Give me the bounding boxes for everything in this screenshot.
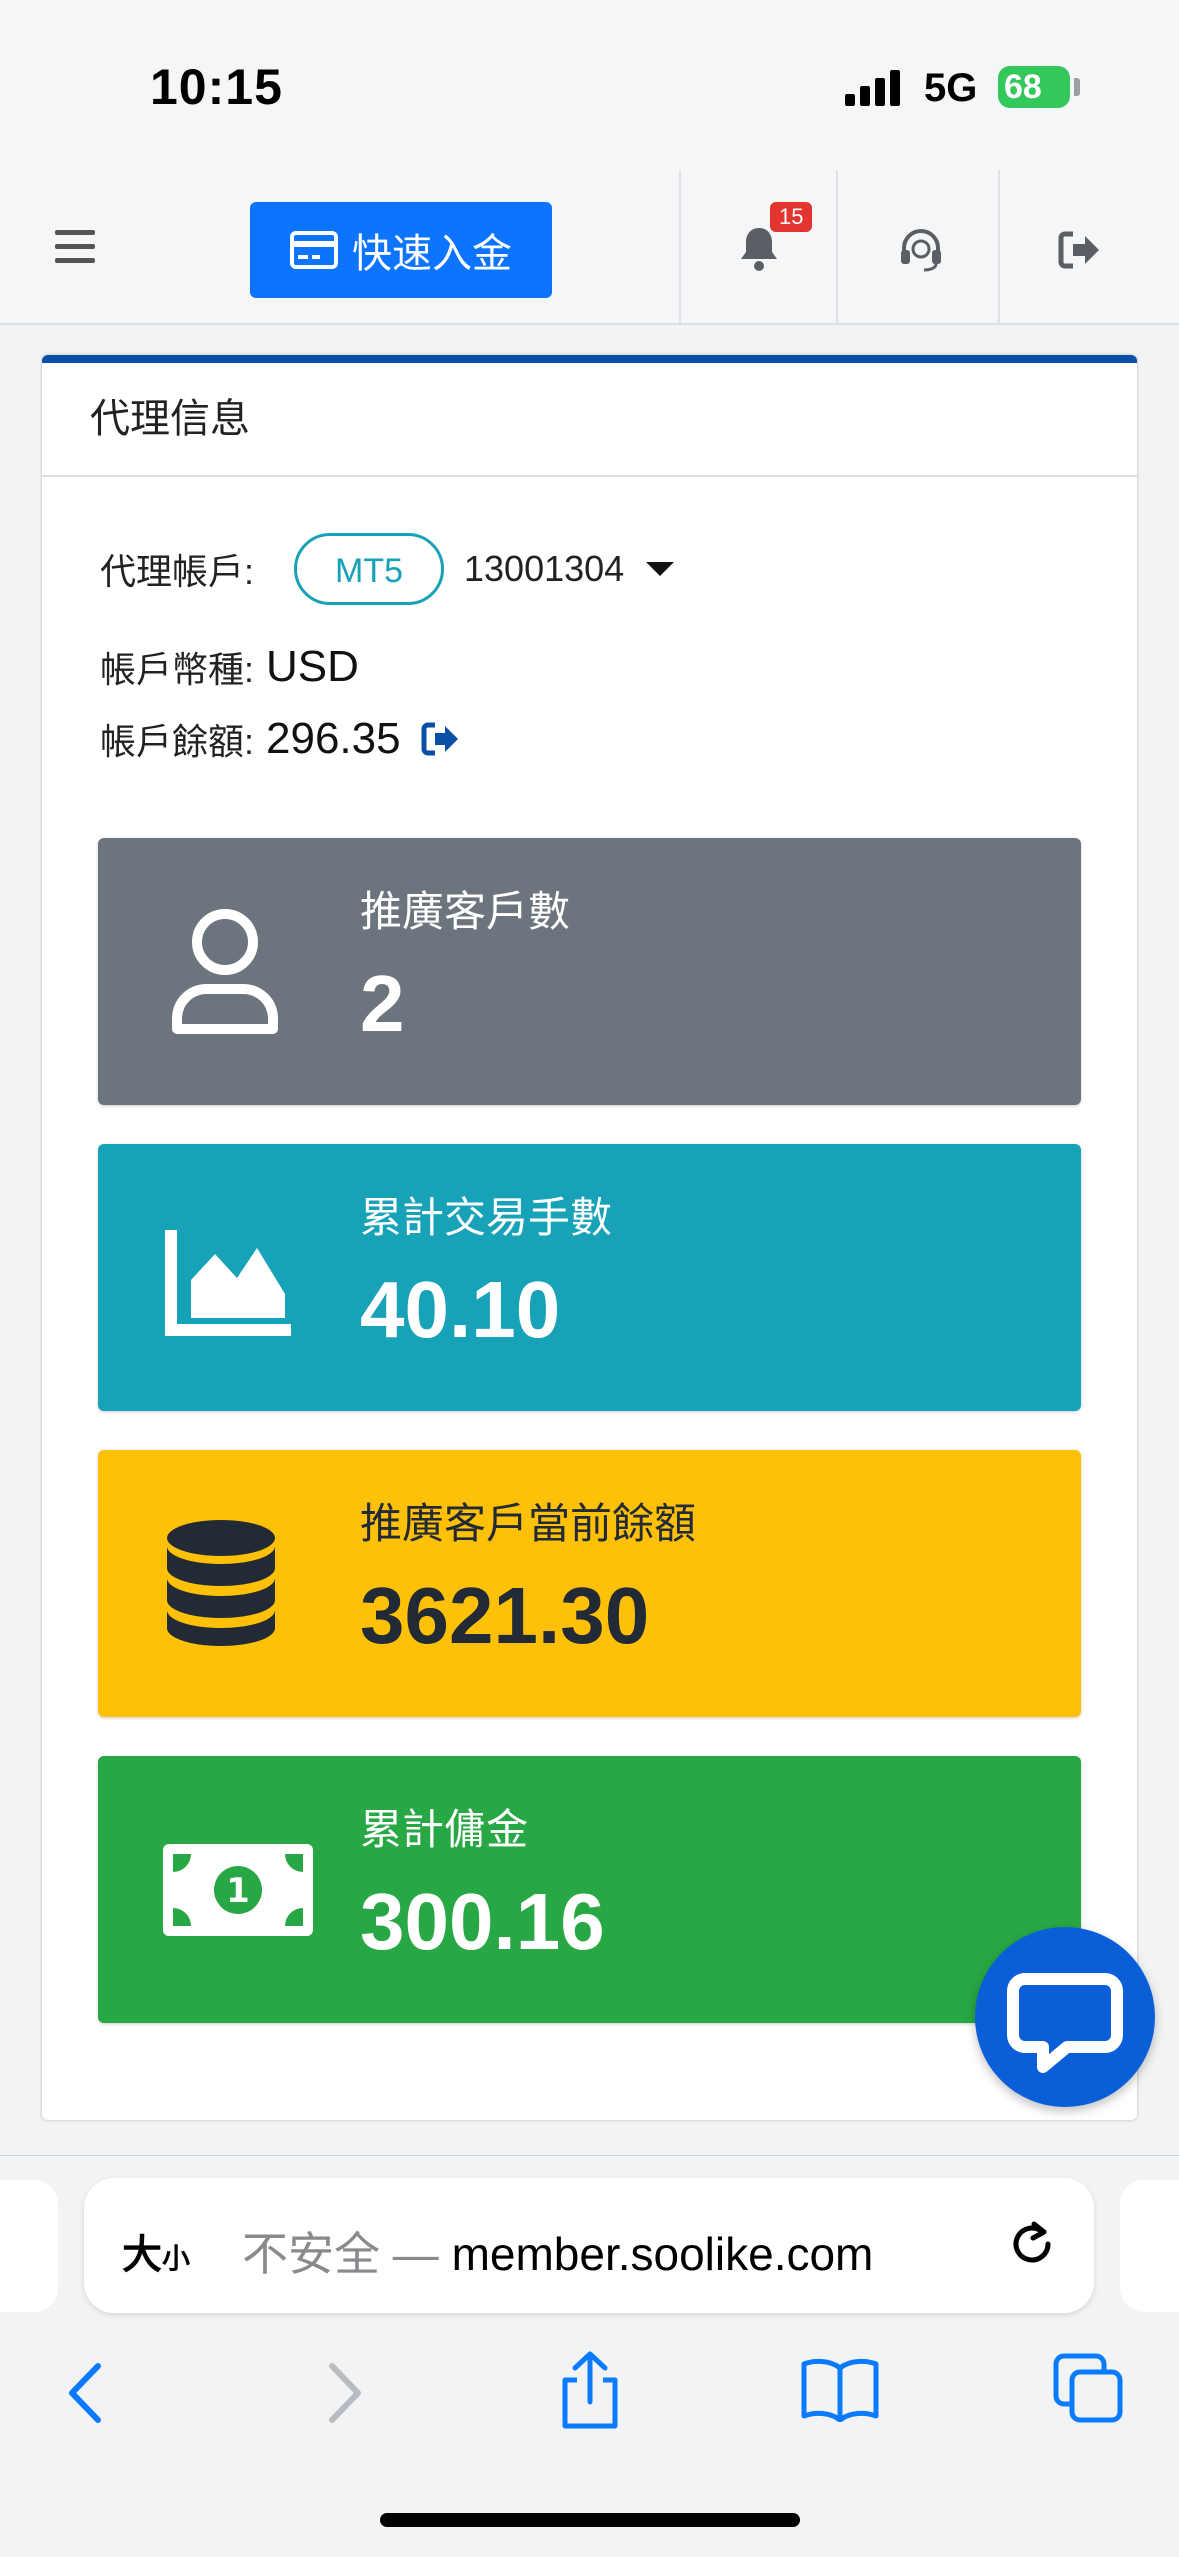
back-icon[interactable] (62, 2358, 112, 2428)
account-dropdown-caret-icon[interactable] (646, 562, 675, 576)
credit-card-icon (290, 231, 338, 269)
balance-label: 帳戶餘額: (100, 721, 255, 762)
top-navbar: 快速入金 15 (0, 170, 1179, 325)
text-size-button[interactable]: 大小 (122, 2222, 190, 2280)
logout-icon[interactable] (1057, 230, 1101, 270)
nav-divider (836, 170, 838, 323)
database-icon (167, 1520, 275, 1646)
address-bar[interactable]: 大小 不安全 — member.soolike.com (84, 2178, 1094, 2313)
previous-tab-peek[interactable] (0, 2180, 58, 2312)
area-chart-icon (165, 1230, 291, 1336)
next-tab-peek[interactable] (1120, 2180, 1179, 2312)
agent-account-label: 代理帳戶: (100, 551, 255, 592)
reload-icon[interactable] (1004, 2214, 1060, 2274)
balance-row: 帳戶餘額: 296.35 (100, 713, 461, 765)
platform-pill[interactable]: MT5 (294, 533, 445, 605)
text-size-small: 小 (162, 2243, 191, 2274)
svg-text:1: 1 (226, 1871, 250, 1911)
stat-value: 2 (360, 959, 405, 1048)
balance-value: 296.35 (266, 714, 401, 763)
currency-label: 帳戶幣種: (100, 649, 255, 690)
quick-deposit-button[interactable]: 快速入金 (250, 202, 552, 298)
battery-indicator: 68 (998, 66, 1070, 108)
stat-label: 累計交易手數 (360, 1194, 613, 1241)
stat-total-commission: 1 累計傭金 300.16 (98, 1756, 1081, 2023)
hamburger-menu-icon[interactable] (55, 230, 95, 266)
stat-label: 推廣客戶當前餘額 (360, 1500, 697, 1547)
stat-client-balance: 推廣客戶當前餘額 3621.30 (98, 1450, 1081, 1717)
account-number[interactable]: 13001304 (464, 548, 624, 590)
agent-account-row: 代理帳戶: MT5 13001304 (100, 533, 675, 605)
status-time: 10:15 (150, 59, 283, 115)
browser-toolbar (0, 2340, 1179, 2450)
stat-label: 推廣客戶數 (360, 888, 571, 935)
user-icon (172, 909, 278, 1034)
money-bill-icon: 1 (163, 1844, 313, 1936)
nav-divider (998, 170, 1000, 323)
status-bar: 10:15 5G 68 (0, 0, 1179, 170)
nav-divider (679, 170, 681, 323)
currency-row: 帳戶幣種: USD (100, 641, 359, 693)
live-chat-button[interactable] (975, 1927, 1155, 2107)
card-title: 代理信息 (42, 363, 1137, 477)
chat-bubble-icon (1007, 1973, 1123, 2073)
stat-value: 300.16 (360, 1877, 605, 1966)
stat-promoted-clients: 推廣客戶數 2 (98, 838, 1081, 1105)
agent-info-card: 代理信息 代理帳戶: MT5 13001304 帳戶幣種: USD 帳戶餘額: … (42, 355, 1137, 2120)
forward-icon[interactable] (318, 2358, 368, 2428)
network-type: 5G (924, 66, 978, 110)
stat-label: 累計傭金 (360, 1806, 529, 1853)
quick-deposit-label: 快速入金 (352, 232, 512, 276)
support-headset-icon[interactable] (896, 224, 946, 274)
currency-value: USD (266, 642, 359, 691)
battery-cap (1074, 78, 1080, 96)
url-domain: member.soolike.com (451, 2228, 874, 2280)
bookmarks-icon[interactable] (800, 2356, 880, 2422)
cellular-signal-icon (845, 70, 900, 106)
stat-value: 40.10 (360, 1265, 561, 1354)
home-indicator (380, 2513, 800, 2527)
url-display[interactable]: 不安全 — member.soolike.com (242, 2218, 873, 2284)
text-size-large: 大 (122, 2233, 162, 2277)
share-icon[interactable] (555, 2350, 625, 2430)
transfer-arrow-icon[interactable] (421, 721, 461, 757)
stat-value: 3621.30 (360, 1571, 650, 1660)
notification-count-badge: 15 (770, 202, 813, 232)
stat-total-lots: 累計交易手數 40.10 (98, 1144, 1081, 1411)
insecure-label: 不安全 — (242, 2228, 439, 2280)
tabs-icon[interactable] (1052, 2352, 1124, 2424)
battery-level: 68 (1004, 68, 1042, 106)
